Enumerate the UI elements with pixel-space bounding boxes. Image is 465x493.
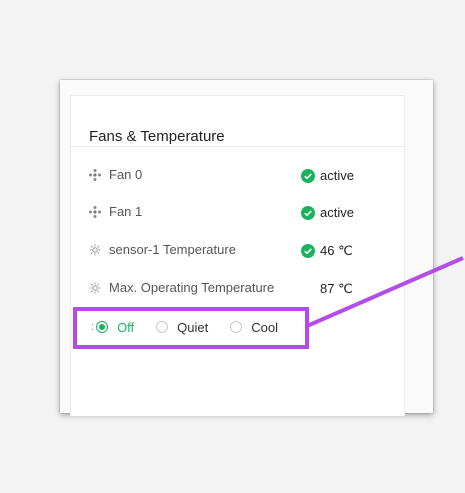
card-title: Fans & Temperature: [89, 128, 225, 145]
sensor-1-temperature-status: 46 ℃: [301, 243, 353, 259]
check-circle-icon: [301, 205, 315, 220]
sensor-icon: [89, 244, 101, 256]
row-sensor-1-temperature: sensor-1 Temperature 46 ℃: [87, 240, 387, 260]
check-circle-icon: [301, 244, 315, 258]
divider: [71, 146, 404, 147]
fan-0-label: Fan 0: [109, 167, 143, 182]
fan-icon: [89, 206, 101, 218]
fan-1-label: Fan 1: [109, 204, 143, 219]
row-max-operating-temperature: Max. Operating Temperature 87 ℃: [87, 278, 387, 298]
sensor-icon: [89, 282, 101, 294]
max-operating-temperature-label: Max. Operating Temperature: [109, 280, 275, 295]
fan-1-status: active: [301, 205, 354, 220]
row-fan-0: Fan 0 active: [87, 165, 387, 185]
fan-1-value: active: [320, 205, 354, 220]
highlight-box: [73, 307, 309, 349]
fan-0-status: active: [301, 168, 354, 183]
sensor-1-temperature-value: 46 ℃: [320, 243, 353, 258]
sensor-1-temperature-label: sensor-1 Temperature: [109, 242, 236, 257]
check-circle-icon: [301, 168, 315, 183]
max-operating-temperature-value: 87 ℃: [320, 281, 353, 296]
fan-icon: [89, 169, 101, 181]
fan-0-value: active: [320, 168, 354, 183]
window: Fans & Temperature Fan 0 active Fan 1 ac…: [60, 80, 433, 416]
fans-temperature-card: Fans & Temperature Fan 0 active Fan 1 ac…: [70, 95, 405, 416]
row-fan-1: Fan 1 active: [87, 202, 387, 222]
